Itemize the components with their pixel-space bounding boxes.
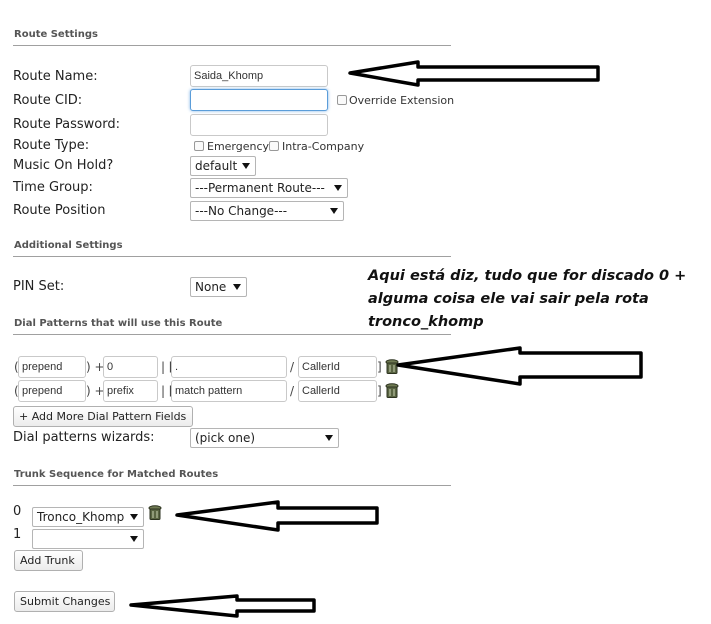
arrow-trunk xyxy=(175,500,379,532)
arrow-submit xyxy=(129,594,316,618)
annotation-arrows xyxy=(129,60,643,618)
arrow-route-name xyxy=(348,60,600,87)
arrow-dial-patterns xyxy=(396,346,643,386)
